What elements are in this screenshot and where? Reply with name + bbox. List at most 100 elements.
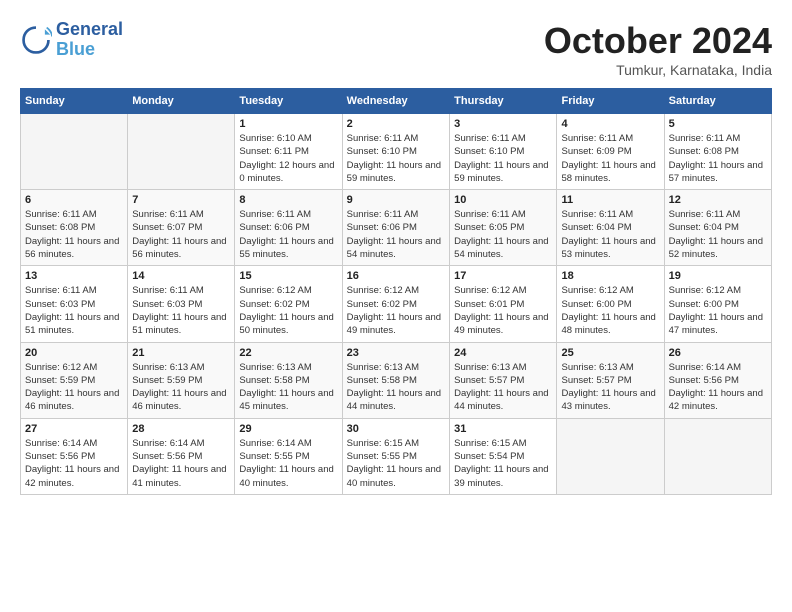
day-info: Sunrise: 6:14 AMSunset: 5:56 PMDaylight:… [669, 361, 767, 414]
day-number: 26 [669, 347, 767, 359]
day-number: 2 [347, 118, 445, 130]
logo-text: GeneralBlue [56, 20, 123, 60]
day-info: Sunrise: 6:13 AMSunset: 5:57 PMDaylight:… [454, 361, 552, 414]
day-number: 17 [454, 270, 552, 282]
calendar-cell: 9Sunrise: 6:11 AMSunset: 6:06 PMDaylight… [342, 190, 449, 266]
calendar-cell: 22Sunrise: 6:13 AMSunset: 5:58 PMDayligh… [235, 342, 342, 418]
day-info: Sunrise: 6:12 AMSunset: 6:02 PMDaylight:… [347, 284, 445, 337]
calendar-cell: 28 Sunrise: 6:14 AMSunset: 5:56 PMDayligh… [128, 418, 235, 494]
day-number: 7 [132, 194, 230, 206]
day-info: Sunrise: 6:12 AMSunset: 6:01 PMDaylight:… [454, 284, 552, 337]
calendar-cell: 25 Sunrise: 6:13 AMSunset: 5:57 PMDayligh… [557, 342, 664, 418]
calendar-cell: 3 Sunrise: 6:11 AMSunset: 6:10 PMDaylight… [450, 114, 557, 190]
location-subtitle: Tumkur, Karnataka, India [544, 62, 772, 78]
calendar-cell: 11 Sunrise: 6:11 AMSunset: 6:04 PMDayligh… [557, 190, 664, 266]
page-header: GeneralBlue October 2024 Tumkur, Karnata… [20, 20, 772, 78]
calendar-cell: 13Sunrise: 6:11 AMSunset: 6:03 PMDayligh… [21, 266, 128, 342]
day-info: Sunrise: 6:11 AMSunset: 6:03 PMDaylight:… [25, 284, 123, 337]
day-number: 11 [561, 194, 659, 206]
day-number: 30 [347, 423, 445, 435]
day-info: Sunrise: 6:11 AMSunset: 6:10 PMDaylight:… [454, 132, 552, 185]
day-number: 19 [669, 270, 767, 282]
header-saturday: Saturday [664, 89, 771, 114]
day-number: 4 [561, 118, 659, 130]
header-friday: Friday [557, 89, 664, 114]
day-info: Sunrise: 6:14 AMSunset: 5:56 PMDaylight:… [132, 437, 230, 490]
calendar-cell: 30 Sunrise: 6:15 AMSunset: 5:55 PMDayligh… [342, 418, 449, 494]
day-info: Sunrise: 6:11 AMSunset: 6:10 PMDaylight:… [347, 132, 445, 185]
calendar-cell: 26 Sunrise: 6:14 AMSunset: 5:56 PMDayligh… [664, 342, 771, 418]
day-info: Sunrise: 6:11 AMSunset: 6:08 PMDaylight:… [669, 132, 767, 185]
calendar-cell: 5 Sunrise: 6:11 AMSunset: 6:08 PMDaylight… [664, 114, 771, 190]
day-number: 25 [561, 347, 659, 359]
day-info: Sunrise: 6:11 AMSunset: 6:08 PMDaylight:… [25, 208, 123, 261]
day-info: Sunrise: 6:15 AMSunset: 5:54 PMDaylight:… [454, 437, 552, 490]
calendar-week-row: 1Sunrise: 6:10 AMSunset: 6:11 PMDaylight… [21, 114, 772, 190]
day-info: Sunrise: 6:13 AMSunset: 5:59 PMDaylight:… [132, 361, 230, 414]
day-number: 21 [132, 347, 230, 359]
day-number: 27 [25, 423, 123, 435]
calendar-cell [557, 418, 664, 494]
header-tuesday: Tuesday [235, 89, 342, 114]
day-number: 1 [239, 118, 337, 130]
day-info: Sunrise: 6:11 AMSunset: 6:04 PMDaylight:… [669, 208, 767, 261]
calendar-cell: 10 Sunrise: 6:11 AMSunset: 6:05 PMDayligh… [450, 190, 557, 266]
day-info: Sunrise: 6:12 AMSunset: 5:59 PMDaylight:… [25, 361, 123, 414]
day-info: Sunrise: 6:12 AMSunset: 6:00 PMDaylight:… [561, 284, 659, 337]
calendar-cell: 15Sunrise: 6:12 AMSunset: 6:02 PMDayligh… [235, 266, 342, 342]
day-info: Sunrise: 6:15 AMSunset: 5:55 PMDaylight:… [347, 437, 445, 490]
header-thursday: Thursday [450, 89, 557, 114]
calendar-cell: 18 Sunrise: 6:12 AMSunset: 6:00 PMDayligh… [557, 266, 664, 342]
logo-icon [20, 24, 52, 56]
calendar-week-row: 27 Sunrise: 6:14 AMSunset: 5:56 PMDayligh… [21, 418, 772, 494]
calendar-cell: 23 Sunrise: 6:13 AMSunset: 5:58 PMDayligh… [342, 342, 449, 418]
calendar-week-row: 6 Sunrise: 6:11 AMSunset: 6:08 PMDaylight… [21, 190, 772, 266]
calendar-cell: 17 Sunrise: 6:12 AMSunset: 6:01 PMDayligh… [450, 266, 557, 342]
day-number: 3 [454, 118, 552, 130]
day-number: 28 [132, 423, 230, 435]
day-info: Sunrise: 6:13 AMSunset: 5:58 PMDaylight:… [347, 361, 445, 414]
calendar-cell [128, 114, 235, 190]
day-number: 29 [239, 423, 337, 435]
calendar-cell: 21 Sunrise: 6:13 AMSunset: 5:59 PMDayligh… [128, 342, 235, 418]
day-number: 8 [239, 194, 337, 206]
day-info: Sunrise: 6:11 AMSunset: 6:04 PMDaylight:… [561, 208, 659, 261]
calendar-cell: 27 Sunrise: 6:14 AMSunset: 5:56 PMDayligh… [21, 418, 128, 494]
day-number: 23 [347, 347, 445, 359]
day-number: 5 [669, 118, 767, 130]
calendar-cell [664, 418, 771, 494]
calendar-cell: 6 Sunrise: 6:11 AMSunset: 6:08 PMDaylight… [21, 190, 128, 266]
calendar-week-row: 20 Sunrise: 6:12 AMSunset: 5:59 PMDayligh… [21, 342, 772, 418]
calendar-cell: 1Sunrise: 6:10 AMSunset: 6:11 PMDaylight… [235, 114, 342, 190]
day-number: 12 [669, 194, 767, 206]
day-info: Sunrise: 6:14 AMSunset: 5:56 PMDaylight:… [25, 437, 123, 490]
calendar-cell: 31 Sunrise: 6:15 AMSunset: 5:54 PMDayligh… [450, 418, 557, 494]
day-info: Sunrise: 6:12 AMSunset: 6:02 PMDaylight:… [239, 284, 337, 337]
day-info: Sunrise: 6:11 AMSunset: 6:06 PMDaylight:… [239, 208, 337, 261]
day-number: 9 [347, 194, 445, 206]
calendar-cell [21, 114, 128, 190]
day-number: 6 [25, 194, 123, 206]
logo: GeneralBlue [20, 20, 123, 60]
day-number: 10 [454, 194, 552, 206]
calendar-cell: 24 Sunrise: 6:13 AMSunset: 5:57 PMDayligh… [450, 342, 557, 418]
day-info: Sunrise: 6:11 AMSunset: 6:05 PMDaylight:… [454, 208, 552, 261]
calendar-table: Sunday Monday Tuesday Wednesday Thursday… [20, 88, 772, 495]
calendar-week-row: 13Sunrise: 6:11 AMSunset: 6:03 PMDayligh… [21, 266, 772, 342]
day-number: 16 [347, 270, 445, 282]
calendar-cell: 19Sunrise: 6:12 AMSunset: 6:00 PMDayligh… [664, 266, 771, 342]
day-info: Sunrise: 6:11 AMSunset: 6:03 PMDaylight:… [132, 284, 230, 337]
header-wednesday: Wednesday [342, 89, 449, 114]
calendar-cell: 7 Sunrise: 6:11 AMSunset: 6:07 PMDaylight… [128, 190, 235, 266]
day-info: Sunrise: 6:11 AMSunset: 6:07 PMDaylight:… [132, 208, 230, 261]
calendar-cell: 16 Sunrise: 6:12 AMSunset: 6:02 PMDayligh… [342, 266, 449, 342]
day-number: 14 [132, 270, 230, 282]
calendar-cell: 14 Sunrise: 6:11 AMSunset: 6:03 PMDayligh… [128, 266, 235, 342]
day-number: 31 [454, 423, 552, 435]
day-number: 18 [561, 270, 659, 282]
title-block: October 2024 Tumkur, Karnataka, India [544, 20, 772, 78]
day-number: 24 [454, 347, 552, 359]
day-number: 20 [25, 347, 123, 359]
calendar-cell: 4Sunrise: 6:11 AMSunset: 6:09 PMDaylight… [557, 114, 664, 190]
day-info: Sunrise: 6:13 AMSunset: 5:57 PMDaylight:… [561, 361, 659, 414]
